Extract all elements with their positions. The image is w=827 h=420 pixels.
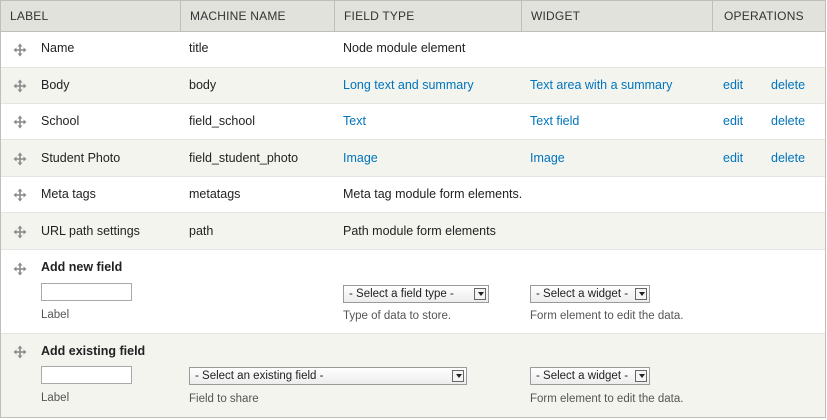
field-type-link[interactable]: Text — [343, 114, 366, 128]
field-label: URL path settings — [41, 224, 140, 238]
widget-link[interactable]: Text field — [530, 114, 579, 128]
table-header: LABEL MACHINE NAME FIELD TYPE WIDGET OPE… — [1, 1, 825, 32]
field-label: Body — [41, 78, 70, 92]
drag-handle-icon[interactable] — [13, 188, 27, 202]
widget-link[interactable]: Text area with a summary — [530, 78, 672, 92]
header-label: LABEL — [10, 9, 49, 23]
field-type-select-value: - Select a field type - — [349, 288, 454, 300]
drag-handle-icon[interactable] — [13, 79, 27, 93]
existing-field-select-value: - Select an existing field - — [195, 370, 324, 382]
drag-handle-icon[interactable] — [13, 225, 27, 239]
add-existing-field-row: Add existing field Label - Select an exi… — [1, 334, 825, 417]
dropdown-arrow-icon — [452, 370, 464, 382]
header-machine-name: MACHINE NAME — [180, 1, 334, 31]
existing-field-label-desc: Label — [41, 392, 70, 404]
field-label: Meta tags — [41, 187, 96, 201]
header-operations: OPERATIONS — [712, 1, 825, 31]
manage-fields-table: LABEL MACHINE NAME FIELD TYPE WIDGET OPE… — [0, 0, 826, 418]
widget-select-value: - Select a widget - — [536, 288, 629, 300]
field-label: Name — [41, 41, 75, 55]
drag-handle-icon[interactable] — [13, 262, 27, 276]
table-row: Name title Node module element — [1, 32, 825, 68]
field-type-text: Node module element — [343, 41, 466, 55]
table-row: Body body Long text and summary Text are… — [1, 68, 825, 104]
add-new-field-row: Add new field Label - Select a field typ… — [1, 250, 825, 334]
field-label: School — [41, 114, 80, 128]
table-row: Student Photo field_student_photo Image … — [1, 140, 825, 177]
field-type-select[interactable]: - Select a field type - — [343, 285, 489, 303]
field-machine-name: body — [189, 78, 217, 92]
drag-handle-icon[interactable] — [13, 345, 27, 359]
header-field-type: FIELD TYPE — [334, 1, 521, 31]
dropdown-arrow-icon — [635, 288, 647, 300]
delete-link[interactable]: delete — [771, 78, 805, 92]
delete-link[interactable]: delete — [771, 151, 805, 165]
new-field-widget-select[interactable]: - Select a widget - — [530, 285, 650, 303]
widget-link[interactable]: Image — [530, 151, 565, 165]
existing-field-select[interactable]: - Select an existing field - — [189, 367, 467, 385]
new-field-label-input[interactable] — [41, 283, 132, 301]
existing-field-label-input[interactable] — [41, 366, 132, 384]
drag-handle-icon[interactable] — [13, 43, 27, 57]
field-type-link[interactable]: Image — [343, 151, 378, 165]
field-type-link[interactable]: Long text and summary — [343, 78, 474, 92]
existing-field-desc: Field to share — [189, 393, 259, 405]
dropdown-arrow-icon — [635, 370, 647, 382]
widget-select-value: - Select a widget - — [536, 370, 629, 382]
field-label: Student Photo — [41, 151, 121, 165]
field-machine-name: metatags — [189, 187, 241, 201]
drag-handle-icon[interactable] — [13, 152, 27, 166]
field-type-desc: Type of data to store. — [343, 310, 452, 322]
dropdown-arrow-icon — [474, 288, 486, 300]
field-type-text: Meta tag module form elements. — [343, 187, 523, 201]
edit-link[interactable]: edit — [723, 114, 743, 128]
add-new-field-title: Add new field — [41, 260, 123, 274]
field-type-text: Path module form elements — [343, 224, 496, 238]
edit-link[interactable]: edit — [723, 151, 743, 165]
field-machine-name: field_school — [189, 114, 256, 128]
new-field-widget-desc: Form element to edit the data. — [530, 310, 684, 322]
field-machine-name: field_student_photo — [189, 151, 299, 165]
table-row: School field_school Text Text field edit… — [1, 104, 825, 140]
existing-field-widget-desc: Form element to edit the data. — [530, 393, 684, 405]
edit-link[interactable]: edit — [723, 78, 743, 92]
add-existing-field-title: Add existing field — [41, 344, 146, 358]
field-machine-name: title — [189, 41, 209, 55]
existing-field-widget-select[interactable]: - Select a widget - — [530, 367, 650, 385]
table-row: URL path settings path Path module form … — [1, 213, 825, 250]
new-field-label-desc: Label — [41, 309, 70, 321]
table-row: Meta tags metatags Meta tag module form … — [1, 177, 825, 213]
delete-link[interactable]: delete — [771, 114, 805, 128]
header-widget: WIDGET — [521, 1, 712, 31]
field-machine-name: path — [189, 224, 214, 238]
drag-handle-icon[interactable] — [13, 115, 27, 129]
